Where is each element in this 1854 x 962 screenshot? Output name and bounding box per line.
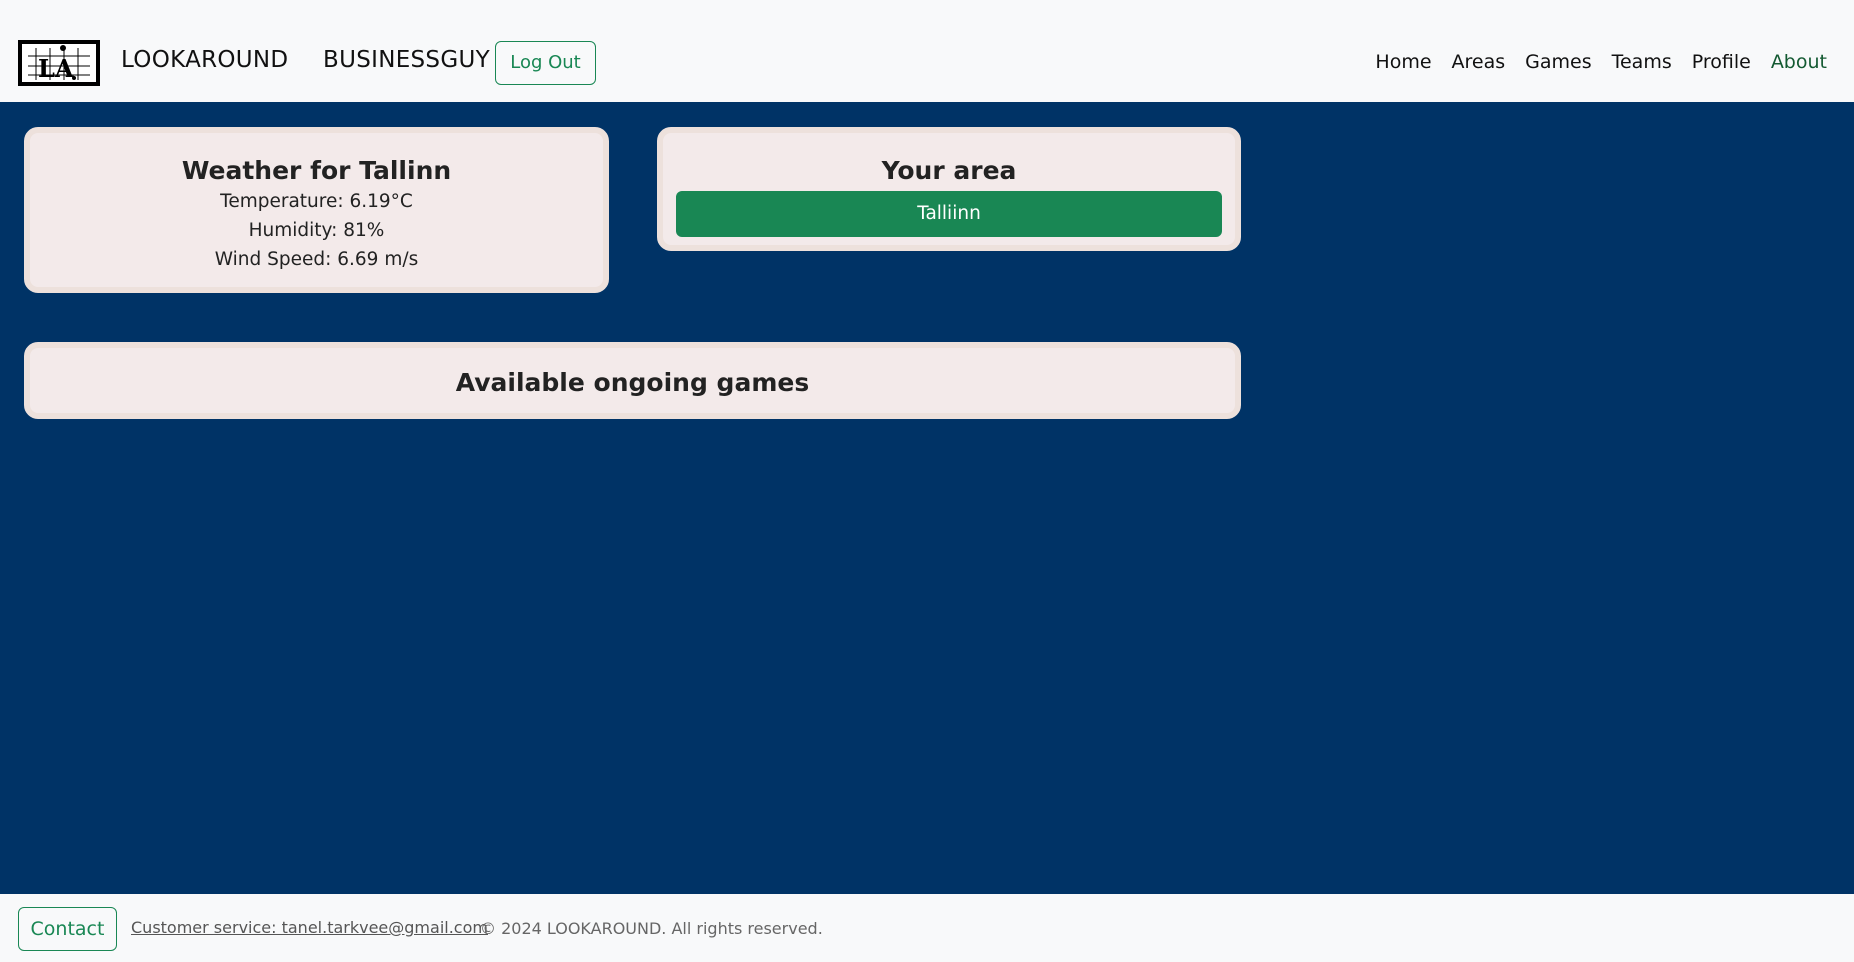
games-title: Available ongoing games [455,368,810,397]
nav-item-home[interactable]: Home [1375,51,1431,73]
svg-text:LA: LA [38,54,74,82]
weather-wind-speed: Wind Speed: 6.69 m/s [214,249,419,270]
top-navbar: LA LOOKAROUND BUSINESSGUY Log Out Home A… [0,0,1854,102]
customer-service-link[interactable]: Customer service: tanel.tarkvee@gmail.co… [131,918,488,937]
nav-menu: Home Areas Games Teams Profile About [1375,51,1827,73]
area-title: Your area [881,156,1017,185]
nav-item-areas[interactable]: Areas [1452,51,1506,73]
games-card: Available ongoing games [24,342,1241,419]
nav-item-about[interactable]: About [1771,51,1827,73]
logo-icon[interactable]: LA [18,40,100,86]
username-label: BUSINESSGUY [323,47,490,73]
weather-title: Weather for Tallinn [181,156,452,185]
area-card: Your area Talliinn [657,127,1241,251]
brand-name[interactable]: LOOKAROUND [121,47,288,73]
weather-card: Weather for Tallinn Temperature: 6.19°C … [24,127,609,293]
copyright-text: © 2024 LOOKAROUND. All rights reserved. [480,919,823,938]
weather-humidity: Humidity: 81% [248,220,385,241]
weather-temperature: Temperature: 6.19°C [220,191,413,212]
nav-item-games[interactable]: Games [1525,51,1591,73]
footer: Contact Customer service: tanel.tarkvee@… [0,894,1854,962]
contact-button[interactable]: Contact [18,907,117,951]
logout-button[interactable]: Log Out [495,41,596,85]
nav-item-profile[interactable]: Profile [1692,51,1751,73]
nav-item-teams[interactable]: Teams [1612,51,1672,73]
area-button[interactable]: Talliinn [676,191,1222,237]
